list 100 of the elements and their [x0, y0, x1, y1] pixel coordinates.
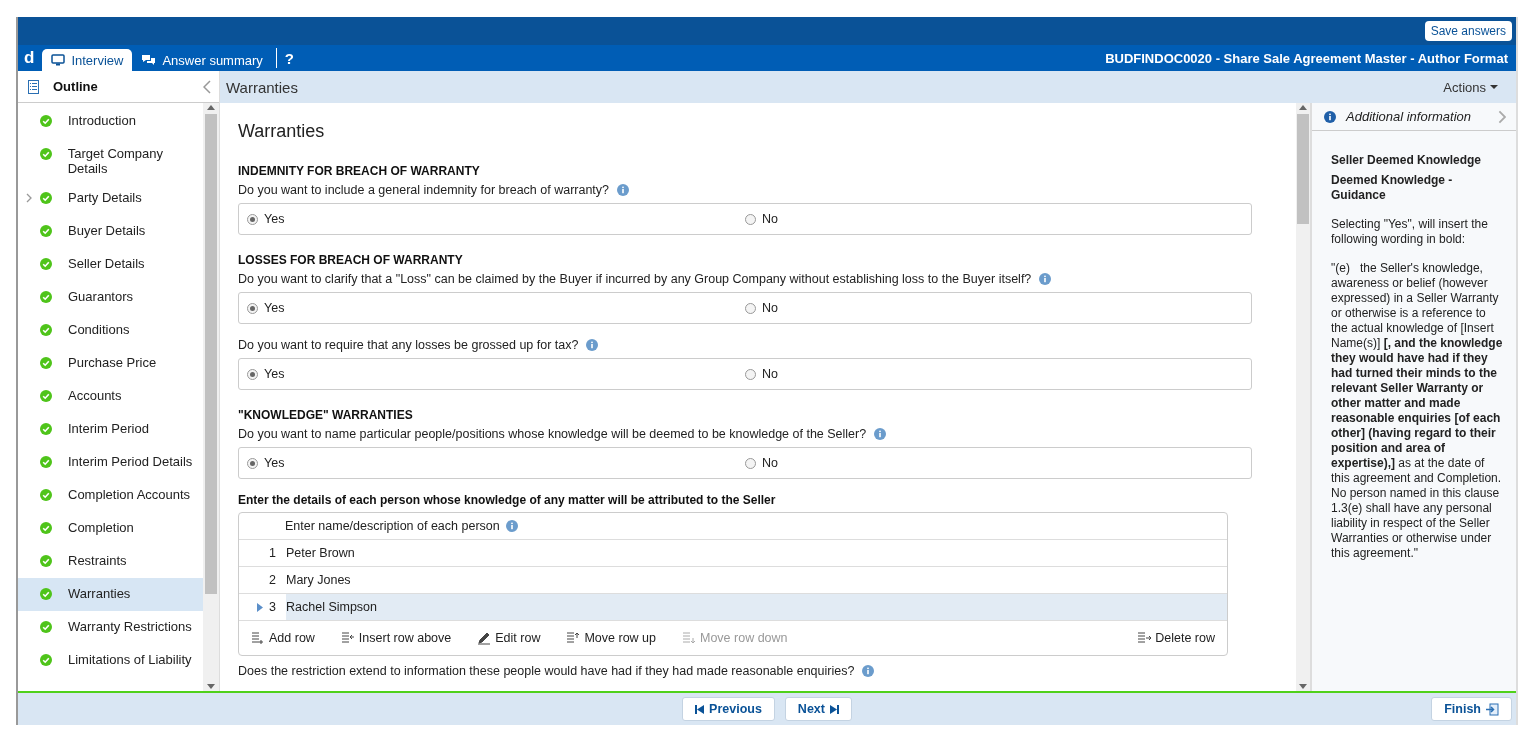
scroll-up-icon[interactable]: [1299, 105, 1307, 110]
insert-row-icon: [340, 631, 355, 645]
monitor-icon: [51, 54, 66, 66]
info-panel-title: Additional information: [1346, 109, 1473, 124]
table-cell: Mary Jones: [286, 573, 351, 587]
outline-item[interactable]: Warranties: [18, 578, 203, 611]
page-heading: Warranties: [238, 121, 326, 142]
question-text: Do you want to include a general indemnity for breach of warranty?: [238, 183, 610, 197]
help-button[interactable]: ?: [275, 48, 302, 68]
row-number: 2: [269, 573, 276, 587]
table-cell: Peter Brown: [286, 546, 355, 560]
move-up-icon: [566, 631, 581, 645]
check-circle-icon: [40, 390, 52, 402]
outline-item[interactable]: Party Details: [18, 182, 203, 215]
add-row-icon: [251, 631, 265, 645]
table-tool-button[interactable]: Add row: [251, 631, 315, 645]
radio-button[interactable]: [247, 213, 258, 225]
finish-button[interactable]: Finish: [1431, 697, 1512, 721]
scroll-down-icon[interactable]: [207, 684, 215, 689]
radio-button[interactable]: [745, 302, 756, 314]
scroll-down-icon[interactable]: [1299, 684, 1307, 689]
save-answers-button[interactable]: Save answers: [1424, 21, 1512, 41]
tab[interactable]: Answer summary: [132, 49, 272, 71]
outline-item[interactable]: Conditions: [18, 314, 203, 347]
check-circle-icon: [40, 291, 52, 303]
question-text: Does the restriction extend to information these people would have had if they had made reasonable enquiries?: [238, 664, 855, 678]
info-paragraph: Selecting "Yes", will insert the following wording in bold:: [1331, 217, 1489, 247]
question-text: Do you want to require that any losses be grossed up for tax?: [238, 338, 579, 352]
radio-label: Yes: [264, 367, 285, 381]
info-icon: [505, 520, 518, 532]
document-title: BUDFINDOC0020 - Share Sale Agreement Master - Author Format: [1105, 50, 1509, 66]
expand-chevron-icon[interactable]: [1497, 109, 1506, 124]
outline-item[interactable]: Purchase Price: [18, 347, 203, 380]
column-header: Enter name/description of each person: [285, 519, 500, 533]
row-number: 3: [269, 600, 276, 614]
info-icon: [862, 665, 875, 677]
scroll-up-icon[interactable]: [207, 105, 215, 110]
table-tool-button[interactable]: Move row up: [566, 631, 656, 645]
tab[interactable]: Interview: [42, 49, 133, 71]
check-circle-icon: [40, 115, 52, 127]
info-icon: [1039, 273, 1052, 285]
radio-button[interactable]: [247, 457, 258, 469]
info-icon: [617, 184, 630, 196]
check-circle-icon: [40, 357, 52, 369]
collapse-chevron-icon[interactable]: [203, 79, 211, 94]
scrollbar[interactable]: [1296, 103, 1312, 691]
chat-bubbles-icon: [141, 54, 157, 66]
radio-button[interactable]: [745, 368, 756, 380]
table-label: Enter the details of each person whose knowledge of any matter will be attributed to the Seller: [238, 493, 777, 507]
outline-item[interactable]: Completion: [18, 512, 203, 545]
radio-label: No: [762, 456, 778, 470]
outline-item[interactable]: Warranty Restrictions: [18, 611, 203, 644]
question-text: Do you want to name particular people/positions whose knowledge will be deemed to be knowledge of the Seller?: [238, 427, 867, 441]
scrollbar-thumb[interactable]: [205, 114, 217, 594]
previous-button[interactable]: Previous: [682, 697, 775, 721]
check-circle-icon: [40, 423, 52, 435]
radio-button[interactable]: [247, 368, 258, 380]
table-cell: Rachel Simpson: [286, 600, 377, 614]
check-circle-icon: [40, 324, 52, 336]
info-icon: [1324, 110, 1336, 123]
check-circle-icon: [40, 654, 52, 666]
next-button[interactable]: Next: [784, 697, 852, 721]
outline-item[interactable]: Interim Period Details: [18, 446, 203, 479]
actions-menu-button[interactable]: Actions: [1437, 78, 1504, 96]
outline-item[interactable]: Introduction: [18, 105, 203, 138]
radio-button[interactable]: [745, 457, 756, 469]
outline-item[interactable]: Target Company Details: [18, 138, 203, 182]
scrollbar-thumb[interactable]: [1297, 114, 1309, 224]
section-heading: INDEMNITY FOR BREACH OF WARRANTY: [238, 164, 481, 178]
info-paragraph: "(e) the Seller's knowledge, awareness or belief (however expressed) in a Seller Warranty or otherwise is a reference to the actual knowledge of [Insert Name(s)] [, and the knowledge they would have had if they had turned their minds to the relevant Seller Warranty or other matter and made reasonable enquiries [of each other] (having regard to their position and area of expertise),] as at the date of this agreement and Completion. No person named in this clause 1.3(e) shall have any personal liability in respect of the Seller Warranties or otherwise under this agreement.": [1331, 261, 1504, 561]
outline-item[interactable]: Seller Details: [18, 248, 203, 281]
outline-item[interactable]: Interim Period: [18, 413, 203, 446]
table-tool-button[interactable]: Edit row: [477, 631, 541, 645]
skip-back-icon: [695, 704, 705, 714]
outline-item[interactable]: Completion Accounts: [18, 479, 203, 512]
outline-item[interactable]: Guarantors: [18, 281, 203, 314]
table-tool-button[interactable]: Delete row: [1137, 631, 1215, 645]
radio-label: Yes: [264, 301, 285, 315]
scrollbar[interactable]: [203, 103, 219, 691]
radio-button[interactable]: [247, 302, 258, 314]
outline-title: Outline: [53, 79, 99, 94]
outline-list-icon: [28, 79, 39, 94]
radio-label: Yes: [264, 456, 285, 470]
check-circle-icon: [40, 258, 52, 270]
check-circle-icon: [40, 225, 52, 237]
check-circle-icon: [40, 192, 52, 204]
table-row[interactable]: 1 Peter Brown: [239, 540, 1227, 567]
expand-chevron-icon[interactable]: [26, 192, 32, 203]
section-heading: LOSSES FOR BREACH OF WARRANTY: [238, 253, 464, 267]
info-heading: Seller Deemed Knowledge: [1331, 153, 1483, 168]
section-heading: "KNOWLEDGE" WARRANTIES: [238, 408, 414, 422]
radio-button[interactable]: [745, 213, 756, 225]
outline-item[interactable]: Restraints: [18, 545, 203, 578]
check-circle-icon: [40, 489, 52, 501]
outline-item[interactable]: Accounts: [18, 380, 203, 413]
pencil-icon: [477, 631, 492, 645]
outline-item[interactable]: Buyer Details: [18, 215, 203, 248]
outline-item[interactable]: Limitations of Liability: [18, 644, 203, 677]
table-tool-button[interactable]: Insert row above: [340, 631, 452, 645]
move-down-icon: [682, 631, 696, 645]
